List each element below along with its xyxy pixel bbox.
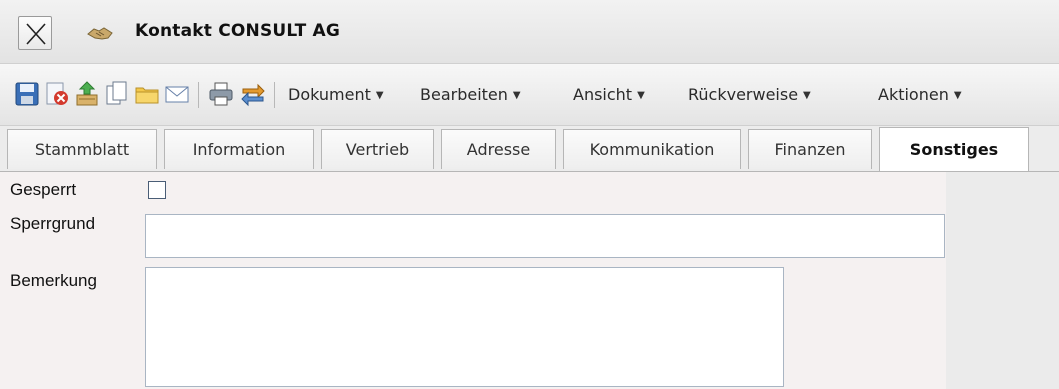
- tab-finanzen[interactable]: Finanzen: [748, 129, 872, 169]
- swap-icon[interactable]: [240, 80, 266, 108]
- gesperrt-label: Gesperrt: [10, 180, 77, 199]
- chevron-down-icon: ▼: [512, 90, 521, 101]
- menu-ansicht-label: Ansicht: [573, 85, 633, 104]
- save-icon[interactable]: [14, 80, 40, 108]
- tab-information[interactable]: Information: [164, 129, 314, 169]
- tab-stammblatt[interactable]: Stammblatt: [7, 129, 157, 169]
- menu-ansicht[interactable]: Ansicht ▼: [573, 85, 645, 104]
- menu-rueckverweise-label: Rückverweise: [688, 85, 799, 104]
- print-icon[interactable]: [208, 80, 234, 108]
- toolbar: Dokument ▼ Bearbeiten ▼ Ansicht ▼ Rückverwe…: [0, 64, 1059, 126]
- menu-bearbeiten-label: Bearbeiten: [420, 85, 508, 104]
- close-button[interactable]: [18, 16, 52, 50]
- chevron-down-icon: ▼: [375, 90, 384, 101]
- email-icon[interactable]: [164, 80, 190, 108]
- menu-bearbeiten[interactable]: Bearbeiten ▼: [420, 85, 521, 104]
- handshake-icon: [87, 27, 113, 40]
- tab-vertrieb[interactable]: Vertrieb: [321, 129, 434, 169]
- tab-strip: Stammblatt Information Vertrieb Adresse …: [0, 126, 1059, 172]
- tab-adresse[interactable]: Adresse: [441, 129, 556, 169]
- folder-icon[interactable]: [134, 80, 160, 108]
- delete-icon[interactable]: [44, 80, 70, 108]
- sperrgrund-field[interactable]: [145, 214, 945, 258]
- menu-dokument-label: Dokument: [288, 85, 371, 104]
- upload-icon[interactable]: [74, 80, 100, 108]
- chevron-down-icon: ▼: [803, 90, 811, 101]
- tab-sonstiges[interactable]: Sonstiges: [879, 127, 1029, 171]
- bemerkung-label: Bemerkung: [10, 271, 97, 290]
- copy-icon[interactable]: [104, 80, 130, 108]
- chevron-down-icon: ▼: [637, 90, 645, 101]
- menu-aktionen-label: Aktionen: [878, 85, 949, 104]
- menu-dokument[interactable]: Dokument ▼: [288, 85, 384, 104]
- tab-kommunikation[interactable]: Kommunikation: [563, 129, 741, 169]
- title-bar: Kontakt CONSULT AG: [0, 0, 1059, 64]
- menu-aktionen[interactable]: Aktionen ▼: [878, 85, 962, 104]
- bemerkung-field[interactable]: [145, 267, 784, 387]
- gesperrt-checkbox[interactable]: [148, 181, 166, 199]
- sperrgrund-label: Sperrgrund: [10, 214, 96, 233]
- window-title: Kontakt CONSULT AG: [135, 21, 341, 41]
- chevron-down-icon: ▼: [953, 90, 962, 101]
- close-icon: [26, 23, 46, 45]
- menu-rueckverweise[interactable]: Rückverweise ▼: [688, 85, 811, 104]
- right-panel: [946, 172, 1059, 389]
